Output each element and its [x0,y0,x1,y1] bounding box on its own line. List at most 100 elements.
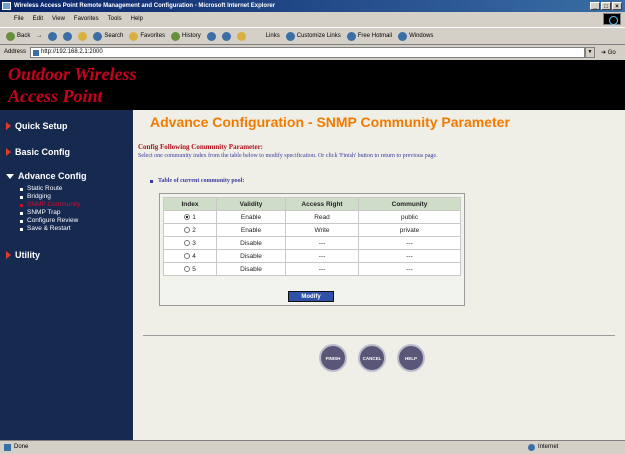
menu-view[interactable]: View [52,12,65,26]
favorites-button[interactable]: Favorites [129,31,165,41]
column-header-validity: Validity [217,198,285,210]
address-input[interactable]: http://192.168.2.1:2000 [30,46,586,58]
advance-config-submenu: Static Route Bridging SNMP Community SNM… [20,185,80,233]
divider [143,335,615,336]
help-button[interactable]: HELP [397,344,425,372]
search-icon [93,31,103,41]
edit-button[interactable] [236,31,246,41]
history-button[interactable]: History [171,31,201,41]
print-button[interactable] [221,31,231,41]
stop-button[interactable] [48,31,58,41]
go-arrow-icon: ➔ [601,49,607,56]
modify-button[interactable]: Modify [288,291,334,302]
index-cell: 2 [164,224,216,236]
status-text: Done [14,444,29,450]
index-radio[interactable] [184,265,191,272]
windows-logo-icon [603,13,621,25]
table-row: 5 Disable --- --- [164,263,460,275]
window-title: Wireless Access Point Remote Management … [14,3,276,9]
free-hotmail-link[interactable]: Free Hotmail [346,31,392,41]
index-radio[interactable] [184,213,191,220]
link-page-icon [398,31,408,41]
validity-cell: Disable [217,263,285,275]
edit-icon [236,31,246,41]
table-row: 4 Disable --- --- [164,250,460,262]
mail-icon [206,31,216,41]
header-banner: Outdoor Wireless Access Point [0,60,625,110]
community-table: Index Validity Access Right Community 1 … [163,197,461,276]
config-description: Select one community index from the tabl… [138,153,438,159]
subnav-save-restart[interactable]: Save & Restart [20,225,80,233]
home-button[interactable] [78,31,88,41]
windows-link[interactable]: Windows [398,31,433,41]
table-row: 1 Enable Read public [164,211,460,223]
index-radio[interactable] [184,239,191,246]
search-button[interactable]: Search [93,31,123,41]
subnav-static-route[interactable]: Static Route [20,185,80,193]
mail-button[interactable] [206,31,216,41]
go-button[interactable]: ➔ Go [601,49,616,56]
refresh-icon [63,31,73,41]
menu-favorites[interactable]: Favorites [74,12,99,26]
home-icon [78,31,88,41]
customize-links-link[interactable]: Customize Links [285,31,341,41]
stop-icon [48,31,58,41]
nav-quick-setup[interactable]: Quick Setup [6,121,68,131]
address-dropdown-button[interactable]: ▼ [585,46,596,58]
menu-help[interactable]: Help [131,12,143,26]
index-radio[interactable] [184,252,191,259]
link-page-icon [346,31,356,41]
nav-utility[interactable]: Utility [6,250,40,260]
menu-edit[interactable]: Edit [33,12,43,26]
validity-cell: Disable [217,237,285,249]
subnav-snmp-trap[interactable]: SNMP Trap [20,209,80,217]
table-header-row: Index Validity Access Right Community [164,198,460,210]
column-header-community: Community [359,198,460,210]
community-cell: --- [359,263,460,275]
table-row: 2 Enable Write private [164,224,460,236]
main-content: Advance Configuration - SNMP Community P… [133,110,625,440]
back-button[interactable]: Back [6,31,30,41]
banner-title-line1: Outdoor Wireless [8,64,137,84]
table-row: 3 Disable --- --- [164,237,460,249]
index-radio[interactable] [184,226,191,233]
validity-cell: Enable [217,211,285,223]
address-label: Address [4,49,27,55]
link-page-icon [285,31,295,41]
community-cell: private [359,224,460,236]
refresh-button[interactable] [63,31,73,41]
forward-button[interactable]: → [36,33,42,39]
cancel-button[interactable]: CANCEL [358,344,386,372]
ie-page-icon [2,2,11,10]
validity-cell: Enable [217,224,285,236]
menu-file[interactable]: File [14,12,24,26]
access-right-cell: Write [286,224,358,236]
status-bar: Done Internet [0,440,625,454]
window-controls: _ □ × [590,2,622,10]
nav-basic-config[interactable]: Basic Config [6,147,70,157]
column-header-index: Index [164,198,216,210]
index-cell: 1 [164,211,216,223]
arrow-right-icon [6,148,11,156]
banner-title-line2: Access Point [8,86,103,106]
arrow-right-icon [6,122,11,130]
arrow-right-icon [6,251,11,259]
column-header-access-right: Access Right [286,198,358,210]
sidebar: Quick Setup Basic Config Advance Config … [0,110,133,440]
subnav-snmp-community[interactable]: SNMP Community [20,201,80,209]
index-cell: 5 [164,263,216,275]
window-titlebar: Wireless Access Point Remote Management … [0,0,625,12]
minimize-button[interactable]: _ [590,2,600,10]
close-button[interactable]: × [612,2,622,10]
community-cell: --- [359,237,460,249]
nav-advance-config[interactable]: Advance Config [6,171,87,181]
browser-toolbar: Back → Search Favorites History Links Cu… [0,27,625,45]
menu-tools[interactable]: Tools [108,12,122,26]
maximize-button[interactable]: □ [601,2,611,10]
zone-text: Internet [538,444,559,450]
subnav-bridging[interactable]: Bridging [20,193,80,201]
links-label: Links [265,33,280,39]
access-right-cell: Read [286,211,358,223]
subnav-configure-review[interactable]: Configure Review [20,217,80,225]
finish-button[interactable]: FINISH [319,344,347,372]
